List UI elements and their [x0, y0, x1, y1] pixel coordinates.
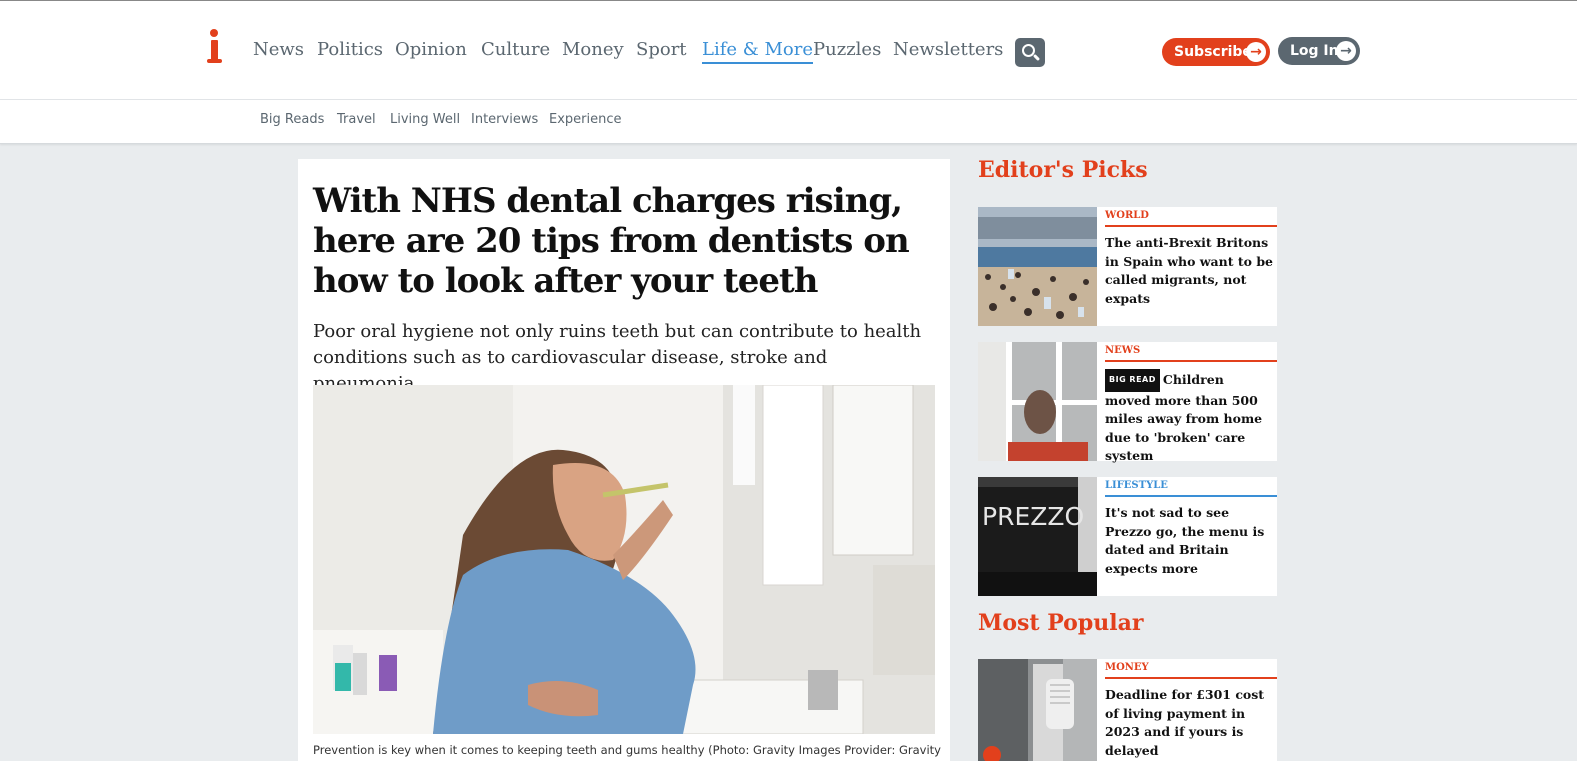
thumbnail-image: [978, 207, 1097, 326]
thumbnail-image: [978, 659, 1097, 761]
image-caption: Prevention is key when it comes to keepi…: [313, 743, 941, 757]
subscribe-button[interactable]: Subscribe →: [1162, 38, 1270, 66]
nav-item-news[interactable]: News: [253, 39, 304, 60]
nav-item-opinion[interactable]: Opinion: [395, 39, 467, 60]
editors-pick-card[interactable]: NEWS BIG READ Children moved more than 50…: [978, 342, 1277, 463]
subnav-item-big-reads[interactable]: Big Reads: [260, 112, 324, 127]
card-title[interactable]: It's not sad to see Prezzo go, the menu …: [1105, 504, 1273, 578]
thumbnail-image: PREZZO: [978, 477, 1097, 596]
nav-item-money[interactable]: Money: [562, 39, 624, 60]
card-title-text: Deadline for £301 cost of living payment…: [1105, 687, 1265, 758]
card-title[interactable]: The anti-Brexit Britons in Spain who wan…: [1105, 234, 1273, 308]
nav-item-puzzles[interactable]: Puzzles: [813, 39, 881, 60]
nav-item-life-and-more[interactable]: Life & More: [702, 39, 814, 64]
search-button[interactable]: [1015, 38, 1045, 67]
card-category: MONEY: [1105, 662, 1277, 679]
card-category: LIFESTYLE: [1105, 480, 1277, 497]
card-title[interactable]: BIG READ Children moved more than 500 mil…: [1105, 369, 1273, 466]
login-label: Log In: [1290, 43, 1339, 59]
prezzo-sign-text: PREZZO: [982, 502, 1084, 531]
card-title-text: The anti-Brexit Britons in Spain who wan…: [1105, 235, 1274, 306]
article-headline: With NHS dental charges rising, here are…: [313, 181, 910, 301]
nav-item-politics[interactable]: Politics: [317, 39, 383, 60]
hero-image: [313, 385, 935, 734]
most-popular-card[interactable]: MONEY Deadline for £301 cost of living p…: [978, 659, 1277, 761]
site-logo[interactable]: [206, 29, 222, 69]
editors-pick-card[interactable]: PREZZO LIFESTYLE It's not sad to see Pre…: [978, 477, 1277, 596]
login-button[interactable]: Log In →: [1278, 37, 1360, 65]
subnav-item-travel[interactable]: Travel: [337, 112, 376, 127]
subnav-item-living-well[interactable]: Living Well: [390, 112, 460, 127]
nav-item-sport[interactable]: Sport: [636, 39, 687, 60]
card-category: WORLD: [1105, 210, 1277, 227]
editors-pick-card[interactable]: WORLD The anti-Brexit Britons in Spain w…: [978, 207, 1277, 326]
card-title[interactable]: Deadline for £301 cost of living payment…: [1105, 686, 1273, 760]
article-card: With NHS dental charges rising, here are…: [298, 159, 950, 761]
thumbnail-image: [978, 342, 1097, 461]
most-popular-heading: Most Popular: [978, 610, 1144, 636]
editors-picks-heading: Editor's Picks: [978, 157, 1148, 183]
card-title-text: It's not sad to see Prezzo go, the menu …: [1105, 505, 1265, 576]
arrow-right-icon: →: [1336, 41, 1356, 61]
subnav-item-experience[interactable]: Experience: [549, 112, 622, 127]
card-category: NEWS: [1105, 345, 1277, 362]
nav-item-newsletters[interactable]: Newsletters: [893, 39, 1003, 60]
arrow-right-icon: →: [1246, 42, 1266, 62]
top-header: News Politics Opinion Culture Money Spor…: [0, 0, 1577, 100]
subnav-item-interviews[interactable]: Interviews: [471, 112, 538, 127]
subscribe-label: Subscribe: [1174, 44, 1252, 60]
big-read-badge: BIG READ: [1105, 369, 1160, 392]
logo-stem: [207, 40, 222, 64]
sub-nav: Big Reads Travel Living Well Interviews …: [0, 100, 1577, 144]
nav-item-culture[interactable]: Culture: [481, 39, 550, 60]
logo-dot: [210, 29, 218, 37]
